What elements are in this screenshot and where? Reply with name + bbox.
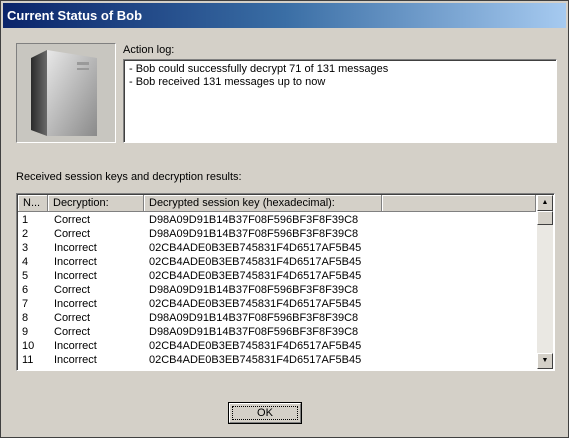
results-list[interactable]: N... Decryption: Decrypted session key (… [16,193,555,371]
scroll-up-button[interactable]: ▲ [537,195,553,211]
row-decryption: Incorrect [54,354,97,366]
computer-image [16,43,116,143]
row-number: 4 [22,256,29,268]
log-line: - Bob could successfully decrypt 71 of 1… [129,63,389,75]
vertical-scrollbar[interactable]: ▲ ▼ [537,195,553,369]
action-log-label: Action log: [123,44,175,56]
computer-tower-icon [17,44,115,142]
row-session-key: D98A09D91B14B37F08F596BF3F8F39C8 [149,284,359,296]
row-number: 9 [22,326,29,338]
row-session-key: 02CB4ADE0B3EB745831F4D6517AF5B45 [149,354,362,366]
ok-button-label: OK [257,407,273,419]
row-number: 1 [22,214,29,226]
row-decryption: Incorrect [54,340,97,352]
row-session-key: 02CB4ADE0B3EB745831F4D6517AF5B45 [149,340,362,352]
row-decryption: Correct [54,214,91,226]
table-row[interactable]: 9 Correct D98A09D91B14B37F08F596BF3F8F39C8 [18,325,536,339]
row-decryption: Incorrect [54,298,97,310]
row-number: 3 [22,242,29,254]
table-row[interactable]: 10 Incorrect 02CB4ADE0B3EB745831F4D6517AF5… [18,339,536,353]
table-row[interactable]: 7 Incorrect 02CB4ADE0B3EB745831F4D6517AF5B… [18,297,536,311]
row-session-key: D98A09D91B14B37F08F596BF3F8F39C8 [149,326,359,338]
row-decryption: Incorrect [54,242,97,254]
row-number: 6 [22,284,29,296]
table-row[interactable]: 5 Incorrect 02CB4ADE0B3EB745831F4D6517AF5B… [18,269,536,283]
row-session-key: 02CB4ADE0B3EB745831F4D6517AF5B45 [149,256,362,268]
row-number: 8 [22,312,29,324]
row-decryption: Correct [54,228,91,240]
table-row[interactable]: 2 Correct D98A09D91B14B37F08F596BF3F8F39C8 [18,227,536,241]
title-bar[interactable]: Current Status of Bob [3,3,566,28]
scroll-thumb[interactable] [537,211,553,225]
window-title: Current Status of Bob [7,8,143,23]
table-row[interactable]: 3 Incorrect 02CB4ADE0B3EB745831F4D6517AF5B… [18,241,536,255]
row-session-key: D98A09D91B14B37F08F596BF3F8F39C8 [149,312,359,324]
row-session-key: D98A09D91B14B37F08F596BF3F8F39C8 [149,214,359,226]
row-decryption: Correct [54,284,91,296]
row-decryption: Correct [54,312,91,324]
column-header-decryption[interactable]: Decryption: [48,195,144,212]
action-log[interactable]: - Bob could successfully decrypt 71 of 1… [123,59,557,143]
arrow-up-icon: ▲ [541,199,549,206]
table-row[interactable]: 6 Correct D98A09D91B14B37F08F596BF3F8F39C8 [18,283,536,297]
table-row[interactable]: 11 Incorrect 02CB4ADE0B3EB745831F4D6517AF5… [18,353,536,367]
column-header-session-key[interactable]: Decrypted session key (hexadecimal): [144,195,382,212]
row-number: 2 [22,228,29,240]
column-header-filler [382,195,536,212]
row-number: 7 [22,298,29,310]
table-row[interactable]: 8 Correct D98A09D91B14B37F08F596BF3F8F39C8 [18,311,536,325]
row-session-key: 02CB4ADE0B3EB745831F4D6517AF5B45 [149,242,362,254]
row-number: 5 [22,270,29,282]
row-session-key: 02CB4ADE0B3EB745831F4D6517AF5B45 [149,270,362,282]
row-number: 10 [22,340,35,352]
scroll-down-button[interactable]: ▼ [537,353,553,369]
arrow-down-icon: ▼ [541,357,549,364]
table-row[interactable]: 1 Correct D98A09D91B14B37F08F596BF3F8F39C8 [18,213,536,227]
table-row[interactable]: 4 Incorrect 02CB4ADE0B3EB745831F4D6517AF5B… [18,255,536,269]
column-header-number[interactable]: N... [18,195,48,212]
row-session-key: D98A09D91B14B37F08F596BF3F8F39C8 [149,228,359,240]
log-line: - Bob received 131 messages up to now [129,76,326,88]
row-number: 11 [22,354,34,366]
results-label: Received session keys and decryption res… [16,171,242,183]
row-session-key: 02CB4ADE0B3EB745831F4D6517AF5B45 [149,298,362,310]
status-dialog: Current Status of Bob Action log: - Bob … [0,0,569,438]
row-decryption: Incorrect [54,270,97,282]
row-decryption: Incorrect [54,256,97,268]
row-decryption: Correct [54,326,91,338]
ok-button[interactable]: OK [228,402,302,424]
